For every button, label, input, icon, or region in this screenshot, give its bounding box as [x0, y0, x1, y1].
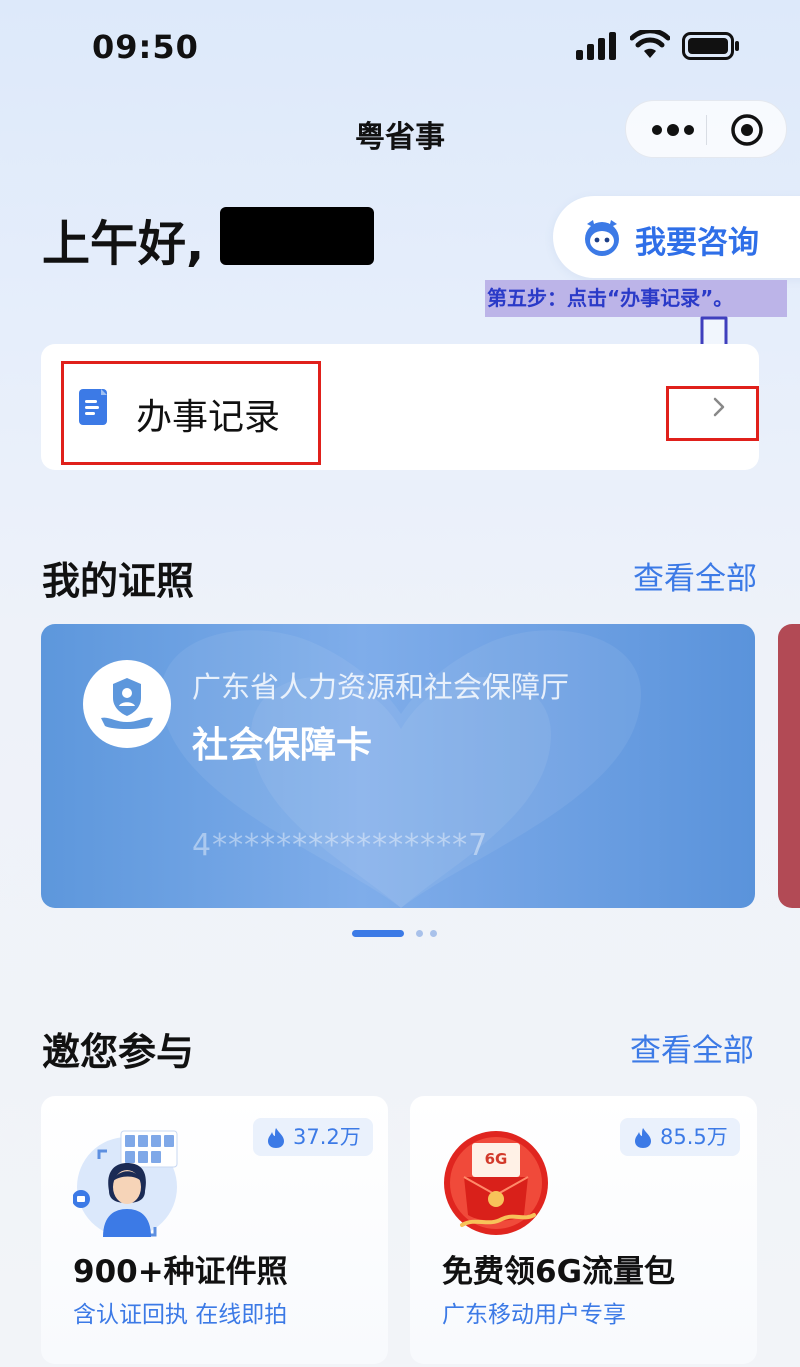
data-package-icon: 6G [444, 1131, 548, 1235]
invite-section-title: 邀您参与 [42, 1030, 195, 1074]
social-security-card[interactable]: 广东省人力资源和社会保障厅 社会保障卡 4****************7 [41, 624, 755, 908]
certificates-section-title: 我的证照 [42, 559, 195, 603]
tutorial-annotation: 第五步：点击“办事记录”。 [485, 280, 787, 317]
activity-subtitle: 含认证回执 在线即拍 [73, 1302, 288, 1328]
carousel-dot [416, 930, 423, 937]
mini-program-capsule [625, 100, 787, 158]
highlight-box-chevron [666, 386, 759, 441]
popularity-count: 85.5万 [660, 1125, 728, 1149]
activity-subtitle: 广东移动用户专享 [442, 1302, 626, 1328]
status-bar: 09:50 [0, 0, 800, 96]
status-time: 09:50 [92, 28, 199, 66]
popularity-count: 37.2万 [293, 1125, 361, 1149]
popularity-badge: 37.2万 [253, 1118, 373, 1156]
flame-icon [268, 1128, 284, 1148]
wifi-icon [630, 30, 670, 58]
certificates-view-all-link[interactable]: 查看全部 [633, 553, 757, 598]
close-target-icon[interactable] [730, 113, 764, 147]
card-number: 4****************7 [192, 828, 489, 863]
activity-card-id-photo[interactable]: 37.2万 900+种证件照 含认证回执 在线即拍 [41, 1096, 388, 1364]
social-security-badge-icon [83, 660, 171, 748]
carousel-dot [430, 930, 437, 937]
card-name: 社会保障卡 [192, 725, 373, 766]
next-certificate-card[interactable] [778, 624, 800, 908]
redacted-username [220, 207, 374, 265]
carousel-dot-active [352, 930, 404, 937]
invite-view-all-link[interactable]: 查看全部 [630, 1025, 754, 1070]
highlight-box-record [61, 361, 321, 465]
consult-label: 我要咨询 [635, 225, 759, 261]
activity-title: 900+种证件照 [73, 1254, 288, 1290]
assistant-bot-icon [585, 220, 619, 256]
activity-title: 免费领6G流量包 [442, 1254, 676, 1290]
more-icon[interactable] [648, 117, 698, 143]
consult-button[interactable]: 我要咨询 [553, 196, 800, 278]
card-issuer: 广东省人力资源和社会保障厅 [192, 670, 570, 704]
flame-icon [635, 1128, 651, 1148]
id-photo-icon [73, 1130, 178, 1237]
popularity-badge: 85.5万 [620, 1118, 740, 1156]
greeting-text: 上午好, [42, 216, 205, 272]
signal-icon [576, 32, 616, 60]
battery-icon [682, 32, 739, 60]
package-badge-text: 6G [485, 1150, 508, 1168]
capsule-divider [706, 115, 707, 145]
activity-card-data-package[interactable]: 85.5万 6G 免费领6G流量包 广东移动用户专享 [410, 1096, 757, 1364]
